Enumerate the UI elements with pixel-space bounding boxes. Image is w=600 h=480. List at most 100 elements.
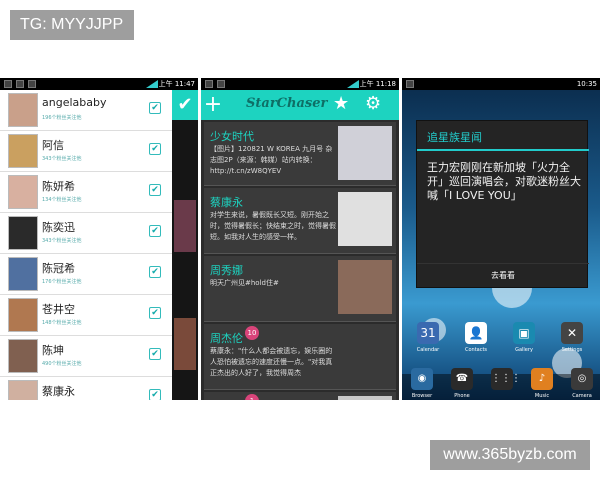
app-label: Settings	[561, 347, 583, 353]
contact-name: 陈冠希	[42, 262, 75, 275]
watermark-bottom: www.365byzb.com	[430, 440, 590, 470]
phone-screen-feed: 上午 11:18 + StarChaser ★ ⚙ 少女时代 【图片】120821…	[201, 78, 399, 400]
avatar	[8, 257, 38, 291]
gallery-icon: ▣	[513, 322, 535, 344]
contact-row[interactable]: 陈奕迅 343个粉丝关注他 ✔	[0, 213, 172, 254]
contact-followers: 134个粉丝关注他	[42, 197, 82, 203]
contact-followers: 343个粉丝关注他	[42, 156, 82, 162]
contact-row[interactable]: angelababy 196个粉丝关注他 ✔	[0, 90, 172, 131]
contact-row[interactable]: 阿信 343个粉丝关注他 ✔	[0, 131, 172, 172]
app-toolbar: + StarChaser ★ ⚙	[201, 90, 399, 120]
dialog-go-button[interactable]: 去看看	[417, 263, 589, 287]
contact-checkbox[interactable]: ✔	[149, 348, 161, 360]
contact-name: 陈坤	[42, 344, 64, 357]
settings-icon: ✕	[561, 322, 583, 344]
notification-icon	[28, 80, 36, 88]
status-bar: 上午 11:47	[0, 78, 198, 90]
phone-screen-contacts: 上午 11:47 angelababy 196个粉丝关注他 ✔ 阿信 343个粉丝关注他…	[0, 78, 198, 400]
feed-card-name: 少女时代	[210, 130, 254, 143]
status-bar: 10:35	[402, 78, 600, 90]
contact-row[interactable]: 蔡康永 ✔	[0, 377, 172, 400]
dock-app-phone[interactable]: ☎ Phone	[444, 368, 480, 399]
dock-app-apps-grid[interactable]: ⋮⋮⋮	[484, 368, 521, 393]
contact-followers: 343个粉丝关注他	[42, 238, 82, 244]
feed-card[interactable]: 蔡康永对学生来说，暑假既长又短。刚开始之时，觉得暑假长；快结束之时，觉得暑假短。…	[204, 188, 396, 254]
contact-name: angelababy	[42, 96, 107, 109]
avatar	[8, 134, 38, 168]
dialog-divider	[417, 149, 589, 151]
contact-followers: 148个粉丝关注他	[42, 320, 82, 326]
feed-card-image	[338, 396, 392, 400]
contact-followers: 196个粉丝关注他	[42, 115, 82, 121]
feed-card-name: 周杰伦	[210, 332, 243, 345]
avatar	[8, 380, 38, 400]
contact-row[interactable]: 陈妍希 134个粉丝关注他 ✔	[0, 172, 172, 213]
app-calendar[interactable]: 31 Calendar	[410, 322, 446, 353]
add-icon[interactable]: +	[203, 90, 223, 120]
app-label: Phone	[454, 393, 470, 399]
app-label: Calendar	[416, 347, 440, 353]
signal-icon	[146, 80, 158, 88]
app-label: Gallery	[515, 347, 533, 353]
contact-name: 阿信	[42, 139, 64, 152]
browser-icon: ◉	[411, 368, 433, 390]
contacts-icon: 👤	[465, 322, 487, 344]
contact-checkbox[interactable]: ✔	[149, 102, 161, 114]
contact-name: 陈妍希	[42, 180, 75, 193]
contact-followers: 176个粉丝关注他	[42, 279, 82, 285]
contact-list[interactable]: angelababy 196个粉丝关注他 ✔ 阿信 343个粉丝关注他 ✔ 陈妍希 134个粉…	[0, 90, 172, 400]
contact-checkbox[interactable]: ✔	[149, 307, 161, 319]
app-label: Music	[534, 393, 550, 399]
unread-badge: 10	[245, 326, 259, 340]
side-thumbnail	[174, 318, 196, 370]
favorite-star-icon[interactable]: ★	[333, 93, 349, 114]
app-gallery[interactable]: ▣ Gallery	[506, 322, 542, 353]
avatar	[8, 93, 38, 127]
app-label: Contacts	[464, 347, 488, 353]
notification-dialog: 追星族星闻 王力宏刚刚在新加坡「火力全开」巡回演唱会，对歌迷粉丝大喊「I LOV…	[416, 120, 589, 288]
feed-card[interactable]: 周秀娜 明天广州见#hold住#	[204, 256, 396, 322]
avatar	[8, 175, 38, 209]
dock-app-music[interactable]: ♪ Music	[524, 368, 560, 399]
avatar	[8, 339, 38, 373]
feed-card-name: 周秀娜	[210, 264, 243, 277]
contact-checkbox[interactable]: ✔	[149, 389, 161, 400]
contact-checkbox[interactable]: ✔	[149, 184, 161, 196]
dock-app-camera[interactable]: ◎ Camera	[564, 368, 600, 399]
confirm-check-icon[interactable]: ✔	[172, 90, 198, 120]
notification-icon	[406, 80, 414, 88]
app-contacts[interactable]: 👤 Contacts	[458, 322, 494, 353]
feed-card-text: 蔡康永："什么人都会被遗忘，娱乐圈的人恐怕被遗忘的速度还慢一点。"对我真正杰出的…	[210, 347, 333, 377]
feed-card[interactable]: 1	[204, 392, 396, 400]
avatar	[8, 216, 38, 250]
settings-gear-icon[interactable]: ⚙	[365, 93, 381, 114]
app-grid-icon: ⋮⋮⋮	[491, 368, 521, 390]
contact-name: 陈奕迅	[42, 221, 75, 234]
contact-checkbox[interactable]: ✔	[149, 225, 161, 237]
app-settings[interactable]: ✕ Settings	[554, 322, 590, 353]
side-panel: ✔	[172, 90, 198, 400]
status-bar: 上午 11:18	[201, 78, 399, 90]
contact-row[interactable]: 陈冠希 176个粉丝关注他 ✔	[0, 254, 172, 295]
contact-row[interactable]: 苍井空 148个粉丝关注他 ✔	[0, 295, 172, 336]
contact-row[interactable]: 陈坤 490个粉丝关注他 ✔	[0, 336, 172, 377]
feed-card-image	[338, 126, 392, 180]
contact-name: 蔡康永	[42, 385, 75, 398]
status-time: 上午 11:18	[359, 80, 396, 88]
dock-app-browser[interactable]: ◉ Browser	[404, 368, 440, 399]
feed-card[interactable]: 周杰伦蔡康永："什么人都会被遗忘，娱乐圈的人恐怕被遗忘的速度还慢一点。"对我真正…	[204, 324, 396, 390]
phone-screen-home: 10:35 追星族星闻 王力宏刚刚在新加坡「火力全开」巡回演唱会，对歌迷粉丝大喊…	[402, 78, 600, 400]
feed-card-name: 蔡康永	[210, 196, 243, 209]
feed-card[interactable]: 少女时代 【图片】120821 W KOREA 九月号 杂志图2P（来源：韩媒）站…	[204, 122, 396, 186]
app-title: StarChaser	[246, 96, 328, 111]
contact-checkbox[interactable]: ✔	[149, 143, 161, 155]
unread-badge: 1	[245, 394, 259, 400]
contact-checkbox[interactable]: ✔	[149, 266, 161, 278]
app-label: Browser	[411, 393, 433, 399]
status-time: 上午 11:47	[158, 80, 195, 88]
feed-card-text: 对学生来说，暑假既长又短。刚开始之时，觉得暑假长；快结束之时，觉得暑假短。如我对…	[210, 211, 336, 241]
notification-icon	[205, 80, 213, 88]
music-icon: ♪	[531, 368, 553, 390]
feed-card-image	[338, 328, 392, 382]
app-label: Camera	[572, 393, 592, 399]
